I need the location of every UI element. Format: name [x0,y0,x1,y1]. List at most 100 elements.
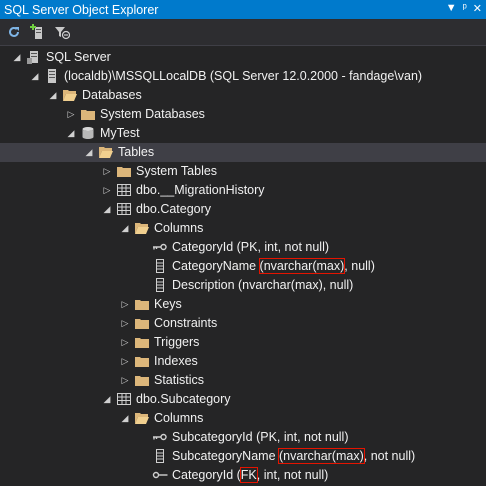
open-folder-icon [134,220,150,236]
column-icon [152,277,168,293]
collapse-arrow-icon[interactable]: ◢ [12,51,22,63]
expand-arrow-icon[interactable]: ▷ [66,108,76,120]
label-text: CategoryId ( [172,468,241,482]
folder-icon [134,372,150,388]
tree-row-statistics[interactable]: ▷ Statistics [0,371,486,390]
label-text: Tables [118,145,155,159]
foreign-key-icon [152,467,168,483]
collapse-arrow-icon[interactable]: ◢ [102,393,112,405]
tree-row-col-sub-categoryid[interactable]: CategoryId (FK, int, not null) [0,466,486,485]
tree-row-triggers[interactable]: ▷ Triggers [0,333,486,352]
collapse-arrow-icon[interactable]: ◢ [84,146,94,158]
tree-row-localdb[interactable]: ◢ (localdb)\MSSQLLocalDB (SQL Server 12.0… [0,67,486,86]
tree-row-migration-history[interactable]: ▷ dbo.__MigrationHistory [0,181,486,200]
tree-row-system-tables[interactable]: ▷ System Tables [0,162,486,181]
tree-row-category-columns[interactable]: ◢ Columns [0,219,486,238]
label-text: dbo.Subcategory [136,392,231,406]
tree-label: Triggers [154,335,199,349]
expand-arrow-icon[interactable]: ▷ [120,336,130,348]
tree-row-col-subcategoryname[interactable]: SubcategoryName (nvarchar(max), not null… [0,447,486,466]
highlight-box: (nvarchar(max) [278,448,365,464]
label-text: Statistics [154,373,205,387]
collapse-arrow-icon[interactable]: ◢ [102,203,112,215]
folder-icon [80,106,96,122]
tree-row-col-categoryid[interactable]: CategoryId (PK, int, not null) [0,238,486,257]
folder-icon [134,334,150,350]
expand-arrow-icon[interactable]: ▷ [120,298,130,310]
tree-label: Statistics [154,373,204,387]
tree-label: dbo.Subcategory [136,392,231,406]
label-text: (localdb)\MSSQLLocalDB (SQL Server 12.0.… [64,69,423,83]
open-folder-icon [134,410,150,426]
column-icon [152,258,168,274]
window-title: SQL Server Object Explorer [4,2,159,17]
tree-row-dbo-category[interactable]: ◢ dbo.Category [0,200,486,219]
tree-label: SubcategoryId (PK, int, not null) [172,430,348,444]
tree-label: Constraints [154,316,217,330]
tree-row-constraints[interactable]: ▷ Constraints [0,314,486,333]
tree-row-databases[interactable]: ◢ Databases [0,86,486,105]
open-folder-icon [98,144,114,160]
label-text: SubcategoryId (PK, int, not null) [172,430,349,444]
pin-icon[interactable]: ᵖ [463,2,467,15]
tree-row-keys[interactable]: ▷ Keys [0,295,486,314]
database-icon [80,125,96,141]
label-text: , null) [344,259,375,273]
tree-label: Columns [154,221,203,235]
folder-icon [134,296,150,312]
tree-label: MyTest [100,126,140,140]
expand-arrow-icon[interactable]: ▷ [120,317,130,329]
tree-row-col-subcategoryid[interactable]: SubcategoryId (PK, int, not null) [0,428,486,447]
tree-row-col-description[interactable]: Description (nvarchar(max), null) [0,276,486,295]
table-icon [116,201,132,217]
tree-label: CategoryName (nvarchar(max), null) [172,258,375,274]
server-group-icon [26,49,42,65]
tree-label: CategoryId (FK, int, not null) [172,467,329,483]
label-text: Indexes [154,354,198,368]
table-icon [116,182,132,198]
tree-row-mytest[interactable]: ◢ MyTest [0,124,486,143]
tree-row-system-databases[interactable]: ▷ System Databases [0,105,486,124]
tree-label: System Tables [136,164,217,178]
collapse-arrow-icon[interactable]: ◢ [120,222,130,234]
collapse-arrow-icon[interactable]: ◢ [30,70,40,82]
tree-label: SQL Server [46,50,111,64]
label-text: Triggers [154,335,200,349]
label-text: dbo.Category [136,202,212,216]
label-text: System Databases [100,107,205,121]
expand-arrow-icon[interactable]: ▷ [102,184,112,196]
expand-arrow-icon[interactable]: ▷ [120,355,130,367]
highlight-box: (nvarchar(max) [258,258,346,274]
folder-icon [134,353,150,369]
collapse-arrow-icon[interactable]: ◢ [120,412,130,424]
label-text: Constraints [154,316,218,330]
tree-label: Indexes [154,354,198,368]
tree-label: Databases [82,88,142,102]
expand-arrow-icon[interactable]: ▷ [102,165,112,177]
folder-icon [116,163,132,179]
label-text: , int, not null) [256,468,329,482]
stop-filter-icon[interactable] [52,22,72,42]
tree-label: dbo.__MigrationHistory [136,183,265,197]
tree-row-subcategory-columns[interactable]: ◢ Columns [0,409,486,428]
label-text: MyTest [100,126,140,140]
expand-arrow-icon[interactable]: ▷ [120,374,130,386]
highlight-box: FK [239,467,258,483]
tree-row-sql-server[interactable]: ◢ SQL Server [0,48,486,67]
label-text: CategoryName [172,259,260,273]
tree-row-col-categoryname[interactable]: CategoryName (nvarchar(max), null) [0,257,486,276]
tree-row-indexes[interactable]: ▷ Indexes [0,352,486,371]
dropdown-icon[interactable]: ▼ [446,2,457,15]
label-text: CategoryId (PK, int, not null) [172,240,330,254]
tree-label: Keys [154,297,182,311]
collapse-arrow-icon[interactable]: ◢ [48,89,58,101]
tree-label: SubcategoryName (nvarchar(max), not null… [172,448,415,464]
tree-row-dbo-subcategory[interactable]: ◢ dbo.Subcategory [0,390,486,409]
refresh-icon[interactable] [4,22,24,42]
tree-label: System Databases [100,107,205,121]
add-sql-server-icon[interactable] [28,22,48,42]
title-bar: SQL Server Object Explorer ▼ ᵖ ✕ [0,0,486,19]
collapse-arrow-icon[interactable]: ◢ [66,127,76,139]
close-icon[interactable]: ✕ [473,2,482,15]
tree-row-tables[interactable]: ◢ Tables [0,143,486,162]
